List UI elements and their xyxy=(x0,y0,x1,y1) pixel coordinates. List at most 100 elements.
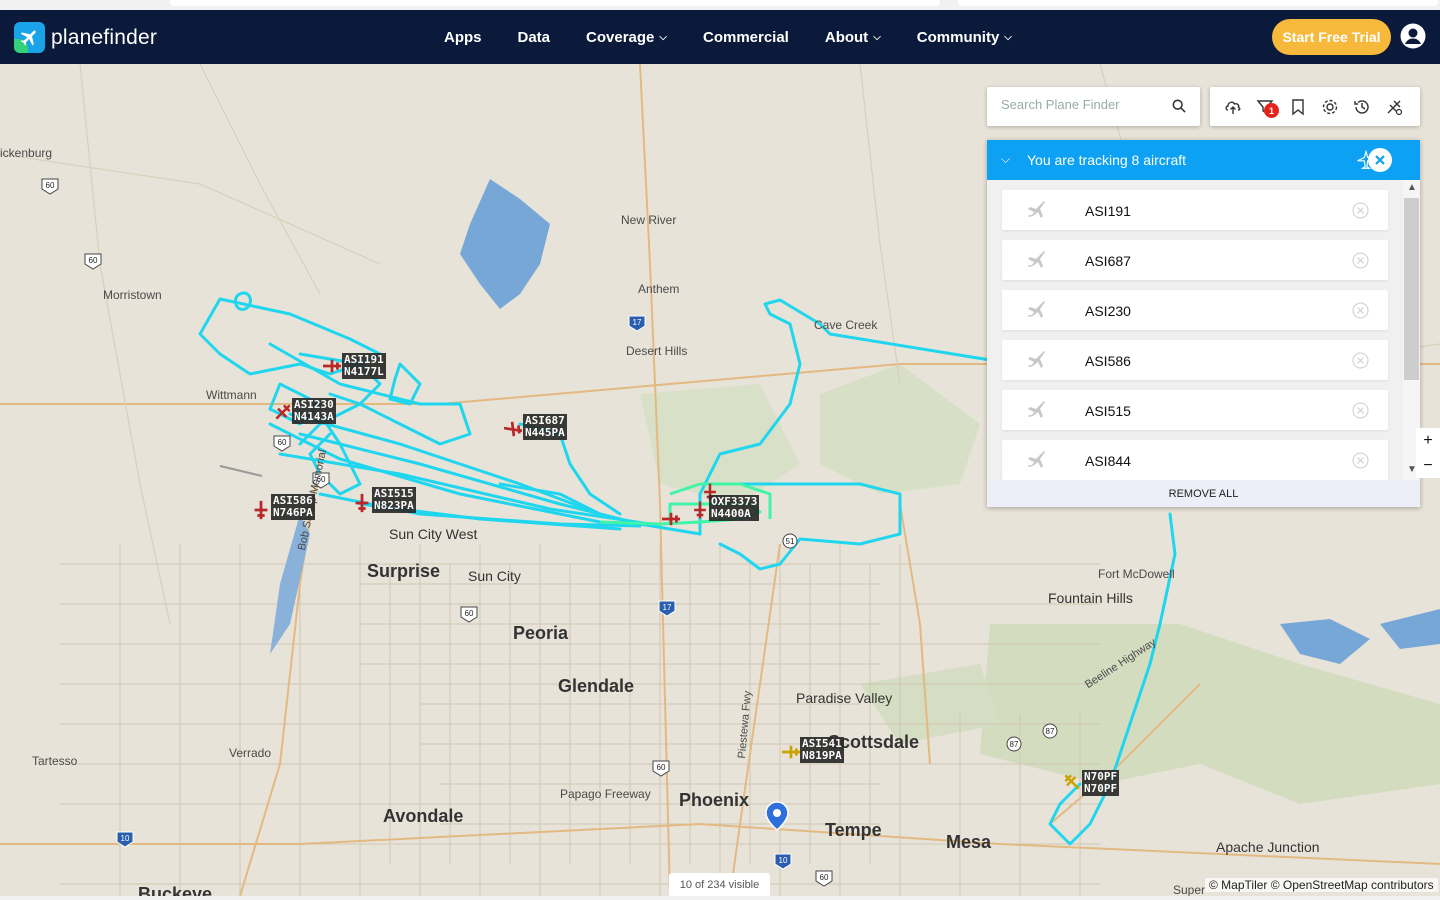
svg-text:10: 10 xyxy=(121,834,130,843)
remove-circle-icon[interactable] xyxy=(1352,202,1369,219)
chevron-down-icon[interactable]: ⌵ xyxy=(1001,152,1010,167)
search-input[interactable] xyxy=(1001,97,1161,112)
nav-coverage[interactable]: Coverage ⌵ xyxy=(586,29,667,46)
map-attribution[interactable]: © MapTiler © OpenStreetMap contributors xyxy=(1205,878,1438,892)
nav-about-label: About xyxy=(824,28,869,46)
aircraft-registration: N4177L xyxy=(344,365,384,378)
aircraft-icon[interactable] xyxy=(251,499,271,521)
tracked-aircraft-row[interactable]: ASI844 xyxy=(1002,440,1388,480)
aircraft-icon[interactable] xyxy=(502,420,524,438)
place-label: Tartesso xyxy=(32,754,78,768)
aircraft-icon[interactable] xyxy=(352,492,372,514)
chevron-down-icon: ⌵ xyxy=(873,31,881,43)
scroll-up-icon[interactable]: ▲ xyxy=(1407,182,1417,193)
zoom-in-button[interactable]: + xyxy=(1416,428,1440,453)
aircraft-label[interactable]: ASI230 N4143A xyxy=(292,398,336,424)
place-label: Paradise Valley xyxy=(796,690,893,706)
settings-icon[interactable] xyxy=(1321,98,1339,116)
place-label: Surprise xyxy=(367,561,441,581)
tracked-aircraft-row[interactable]: ASI515 xyxy=(1002,390,1388,430)
start-free-trial-button[interactable]: Start Free Trial xyxy=(1272,19,1391,55)
nav-community[interactable]: Community ⌵ xyxy=(917,29,1012,46)
zoom-out-button[interactable]: − xyxy=(1416,453,1440,478)
aircraft-icon[interactable] xyxy=(660,510,682,528)
aircraft-label[interactable]: ASI687 N445PA xyxy=(523,414,567,440)
highway-shield: 60 xyxy=(273,435,291,452)
filter-badge: 1 xyxy=(1264,103,1279,118)
nav-commercial[interactable]: Commercial xyxy=(703,29,789,46)
aircraft-registration: N823PA xyxy=(374,499,414,512)
nav-data-label: Data xyxy=(517,28,551,46)
aircraft-label[interactable]: ASI541 N819PA xyxy=(800,737,844,763)
tracked-aircraft-row[interactable]: ASI586 xyxy=(1002,340,1388,380)
plane-icon xyxy=(1028,401,1045,418)
browser-top-strip xyxy=(0,0,1440,10)
highway-shield: 87 xyxy=(1006,736,1022,752)
brand-logo[interactable]: planefinder xyxy=(14,22,157,53)
main-nav: Apps Data Coverage ⌵ Commercial About ⌵ Co… xyxy=(444,10,1048,64)
place-label: Buckeye xyxy=(138,884,213,896)
tracked-aircraft-list: ASI191 ASI687 ASI230 ASI586 ASI515 ASI84… xyxy=(987,180,1420,480)
aircraft-icon[interactable] xyxy=(321,357,343,375)
lake-pleasant xyxy=(460,179,550,309)
aircraft-icon[interactable] xyxy=(780,743,802,761)
remove-circle-icon[interactable] xyxy=(1352,252,1369,269)
highway-shield: 60 xyxy=(41,178,59,195)
map-green-area xyxy=(640,384,800,504)
location-pin-icon[interactable] xyxy=(765,801,789,831)
close-icon[interactable] xyxy=(1368,148,1392,172)
plane-icon xyxy=(1028,351,1045,368)
svg-text:60: 60 xyxy=(657,763,666,772)
aircraft-label[interactable]: N70PF N70PF xyxy=(1082,770,1120,796)
tracked-callsign: ASI687 xyxy=(1085,253,1131,269)
tracked-aircraft-row[interactable]: ASI191 xyxy=(1002,190,1388,230)
top-navbar: planefinder Apps Data Coverage ⌵ Commerci… xyxy=(0,10,1440,64)
svg-text:60: 60 xyxy=(278,438,287,447)
remove-circle-icon[interactable] xyxy=(1352,452,1369,469)
nav-coverage-label: Coverage xyxy=(586,28,655,46)
place-label: Glendale xyxy=(558,676,635,696)
aircraft-label[interactable]: ASI586 N746PA xyxy=(271,494,315,520)
nav-data[interactable]: Data xyxy=(518,29,551,46)
tracked-callsign: ASI191 xyxy=(1085,203,1131,219)
aircraft-icon[interactable] xyxy=(1062,772,1082,792)
tracked-aircraft-row[interactable]: ASI687 xyxy=(1002,240,1388,280)
bookmark-icon[interactable] xyxy=(1289,98,1307,116)
svg-text:87: 87 xyxy=(1046,727,1055,736)
aircraft-label[interactable]: ASI191 N4177L xyxy=(342,353,386,379)
remove-circle-icon[interactable] xyxy=(1352,352,1369,369)
place-label: Apache Junction xyxy=(1216,839,1320,855)
aircraft-icon[interactable] xyxy=(690,500,710,520)
svg-text:51: 51 xyxy=(786,537,795,546)
remove-circle-icon[interactable] xyxy=(1352,402,1369,419)
aircraft-label[interactable]: OXF3373 N4400A xyxy=(709,495,760,521)
nav-about[interactable]: About ⌵ xyxy=(825,29,881,46)
aircraft-icon[interactable] xyxy=(273,402,293,422)
place-label: Cave Creek xyxy=(814,318,878,332)
plane-icon xyxy=(1028,451,1045,468)
history-icon[interactable] xyxy=(1353,98,1371,116)
nav-commercial-label: Commercial xyxy=(702,28,789,46)
svg-text:60: 60 xyxy=(89,256,98,265)
account-icon[interactable] xyxy=(1400,23,1426,49)
tracked-aircraft-row[interactable]: ASI230 xyxy=(1002,290,1388,330)
aircraft-label[interactable]: ASI515 N823PA xyxy=(372,487,416,513)
remove-circle-icon[interactable] xyxy=(1352,302,1369,319)
search-icon[interactable] xyxy=(1172,99,1186,113)
saguaro-lake xyxy=(1280,619,1370,664)
svg-text:10: 10 xyxy=(779,856,788,865)
top-strip-tab xyxy=(958,0,1438,6)
place-label: Fort McDowell xyxy=(1098,567,1175,581)
cloud-upload-icon[interactable] xyxy=(1224,98,1242,116)
tracked-callsign: ASI844 xyxy=(1085,453,1131,469)
plane-settings-icon[interactable] xyxy=(1385,98,1403,116)
highway-shield: 17 xyxy=(628,315,646,332)
plane-icon xyxy=(1028,301,1045,318)
scrollbar-thumb[interactable] xyxy=(1404,198,1419,380)
zoom-controls: + − xyxy=(1416,428,1440,478)
nav-apps[interactable]: Apps xyxy=(444,29,482,46)
nav-apps-label: Apps xyxy=(444,28,482,46)
aircraft-registration: N819PA xyxy=(802,749,842,762)
tracked-callsign: ASI515 xyxy=(1085,403,1131,419)
remove-all-button[interactable]: REMOVE ALL xyxy=(987,480,1420,507)
